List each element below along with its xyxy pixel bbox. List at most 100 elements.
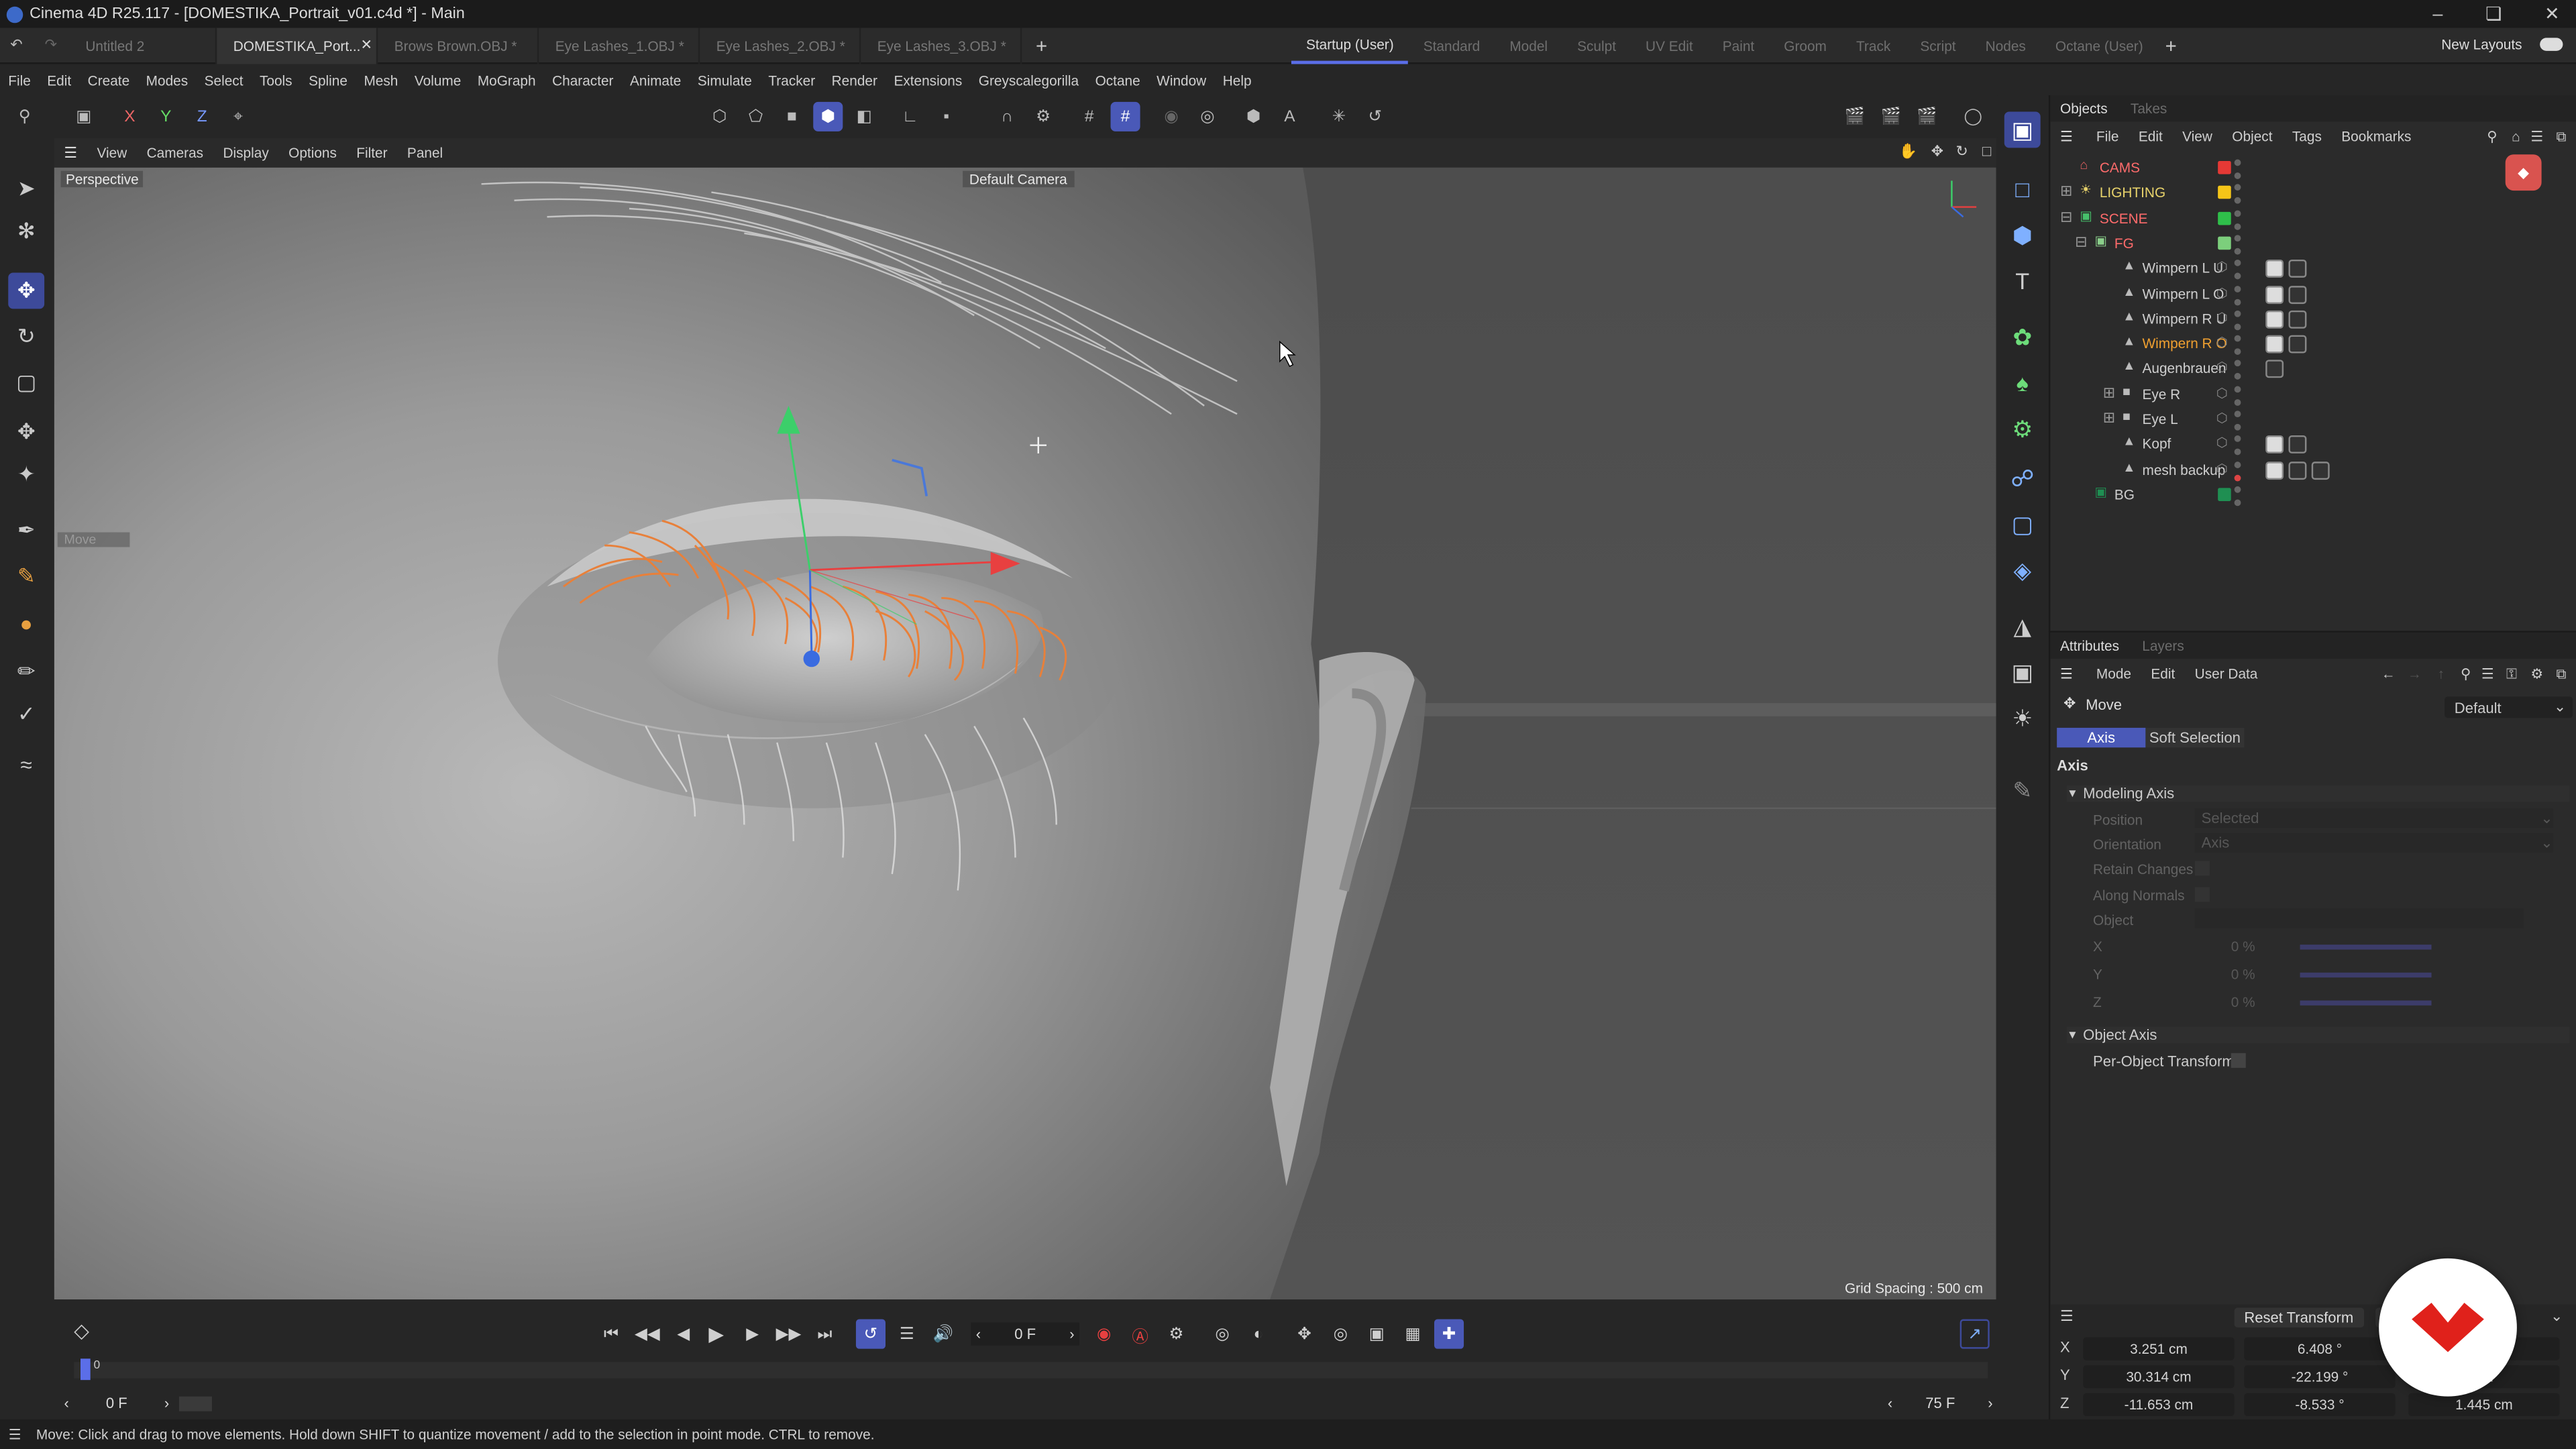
snap-settings-icon[interactable]: ⚙ [1028, 102, 1058, 131]
viewport-menu-panel[interactable]: Panel [397, 145, 453, 161]
go-to-end-icon[interactable]: ⏭ [810, 1320, 839, 1349]
axis-mode-icon[interactable]: ∟ [896, 102, 925, 131]
viewport-solo-icon[interactable]: ⬢ [1239, 102, 1269, 131]
layer-toggle-icon[interactable]: ⬡ [2216, 411, 2228, 425]
selection-tool-icon[interactable]: ➤ [8, 171, 44, 207]
magnet-snap-icon[interactable]: ∩ [992, 102, 1022, 131]
menu-select[interactable]: Select [196, 72, 251, 88]
move-tool-icon[interactable]: ✥ [8, 272, 45, 309]
z-slider[interactable] [2300, 1000, 2432, 1006]
rotation-field[interactable]: 6.408 ° [2244, 1337, 2396, 1360]
layer-toggle-icon[interactable]: ⬡ [2216, 285, 2228, 300]
material-tag-icon[interactable] [2265, 260, 2284, 278]
render-settings-icon[interactable]: 🎬 [1913, 102, 1942, 131]
autokey-icon[interactable]: Ⓐ [1126, 1320, 1155, 1349]
auto-key-icon[interactable]: A [1275, 102, 1304, 131]
layout-uv-edit[interactable]: UV Edit [1631, 28, 1708, 64]
menu-character[interactable]: Character [544, 72, 622, 88]
menu-create[interactable]: Create [79, 72, 138, 88]
menu-mograph[interactable]: MoGraph [470, 72, 544, 88]
add-tab-icon[interactable]: + [1022, 34, 1061, 56]
object-name[interactable]: Augenbrauen [2142, 360, 2226, 376]
object-row-fg[interactable]: ⊟ ▣ FG [2050, 231, 2576, 256]
axis-y-button[interactable]: Y [151, 102, 180, 131]
layout-track[interactable]: Track [1841, 28, 1905, 64]
grid-icon[interactable]: # [1075, 102, 1104, 131]
layout-nodes[interactable]: Nodes [1971, 28, 2041, 64]
up-arrow-icon[interactable]: ↑ [2438, 665, 2445, 682]
octane-live-viewer-icon[interactable]: ◯ [1958, 102, 1988, 131]
keyframe-icon[interactable]: ◇ [74, 1320, 89, 1342]
lock-workplane-icon[interactable]: ◉ [1157, 102, 1186, 131]
environment-icon[interactable]: ◮ [2004, 608, 2041, 644]
object-row-mesh-backup[interactable]: ▲ mesh backup ⬡ [2050, 458, 2576, 482]
object-row-eye-l[interactable]: ⊞ ■ Eye L ⬡ [2050, 407, 2576, 432]
forward-arrow-icon[interactable]: → [2408, 665, 2422, 682]
expand-icon[interactable]: ⊞ [2060, 183, 2072, 201]
attributes-filter-icon[interactable]: ☰ [2481, 665, 2494, 683]
generator-icon[interactable]: ✿ [2004, 319, 2041, 355]
doc-tab-lashes-3[interactable]: Eye Lashes_3.OBJ * [861, 27, 1022, 64]
brush-icon[interactable]: ✏ [8, 654, 44, 690]
viewport-projection-label[interactable]: Perspective [60, 170, 144, 188]
visibility-toggle[interactable] [2234, 385, 2243, 406]
frame-ruler[interactable] [74, 1362, 1988, 1379]
close-icon[interactable]: ✕ [2544, 3, 2560, 25]
playhead[interactable] [80, 1358, 91, 1381]
camera-object-icon[interactable]: ▣ [2004, 654, 2041, 690]
object-name[interactable]: LIGHTING [2100, 184, 2165, 201]
visibility-toggle[interactable] [2234, 159, 2243, 179]
field-icon[interactable]: ☍ [2004, 460, 2041, 496]
layout-standard[interactable]: Standard [1409, 28, 1495, 64]
record-icon[interactable]: ◉ [1089, 1320, 1119, 1349]
along-normals-checkbox[interactable] [2194, 887, 2210, 902]
phong-tag-icon[interactable] [2288, 335, 2307, 354]
expand-icon[interactable]: ⊟ [2060, 208, 2072, 226]
object-name[interactable]: Eye R [2142, 386, 2180, 402]
y-percent-value[interactable]: 0 % [2231, 966, 2255, 982]
layer-color-swatch[interactable] [2218, 488, 2231, 501]
layout-groom[interactable]: Groom [1769, 28, 1841, 64]
layer-toggle-icon[interactable]: ⬡ [2216, 436, 2228, 451]
doc-tab-untitled-2[interactable]: Untitled 2 [69, 27, 217, 64]
object-name[interactable]: Wimpern R O [2142, 335, 2226, 352]
param-key-icon[interactable]: ◎ [1326, 1320, 1355, 1349]
doc-tab-domestika[interactable]: DOMESTIKA_Port... ✕ [217, 27, 378, 64]
layer-toggle-icon[interactable]: ⬡ [2216, 310, 2228, 325]
material-tag-icon[interactable] [2265, 435, 2284, 454]
objects-menu-tags[interactable]: Tags [2292, 128, 2322, 144]
menu-volume[interactable]: Volume [407, 72, 470, 88]
object-row-lighting[interactable]: ⊞ ☀ LIGHTING [2050, 181, 2576, 206]
material-tag-icon[interactable] [2265, 461, 2284, 480]
polygons-mode-icon[interactable]: ■ [777, 102, 806, 131]
layer-color-swatch[interactable] [2218, 236, 2231, 250]
object-name[interactable]: FG [2114, 235, 2134, 251]
layout-model[interactable]: Model [1495, 28, 1562, 64]
z-percent-value[interactable]: 0 % [2231, 994, 2255, 1010]
interpolation-icon[interactable]: ▦ [1398, 1320, 1428, 1349]
scale-tool-icon[interactable]: ▢ [8, 365, 44, 401]
transform-tool-icon[interactable]: ✥ [8, 414, 44, 450]
rotation-field[interactable]: -22.199 ° [2244, 1365, 2396, 1389]
layout-paint[interactable]: Paint [1708, 28, 1770, 64]
phong-tag-icon[interactable] [2288, 284, 2307, 303]
start-frame-field[interactable]: ‹ 0 F › [64, 1393, 170, 1413]
layout-startup[interactable]: Startup (User) [1291, 28, 1409, 64]
pan-view-icon[interactable]: ✋ [1899, 143, 1917, 161]
range-start-handle[interactable] [178, 1396, 212, 1411]
menu-extensions[interactable]: Extensions [885, 72, 970, 88]
spline-pen-icon[interactable]: ✒ [8, 513, 44, 549]
attributes-hamburger-icon[interactable]: ☰ [2060, 665, 2073, 683]
objects-menu-object[interactable]: Object [2232, 128, 2272, 144]
objects-hamburger-icon[interactable]: ☰ [2060, 127, 2073, 146]
object-name[interactable]: Wimpern L U [2142, 260, 2223, 276]
z-axis-handle[interactable] [803, 650, 820, 667]
add-layout-icon[interactable]: + [2158, 34, 2184, 57]
object-row-kopf[interactable]: ▲ Kopf ⬡ [2050, 433, 2576, 458]
object-row-eye-r[interactable]: ⊞ ■ Eye R ⬡ [2050, 382, 2576, 407]
menu-edit[interactable]: Edit [39, 72, 79, 88]
visibility-toggle[interactable] [2234, 461, 2243, 481]
fcurve-icon[interactable]: ↗ [1960, 1319, 1990, 1349]
object-name[interactable]: Wimpern L O [2142, 285, 2224, 301]
position-field[interactable]: 3.251 cm [2083, 1337, 2235, 1360]
